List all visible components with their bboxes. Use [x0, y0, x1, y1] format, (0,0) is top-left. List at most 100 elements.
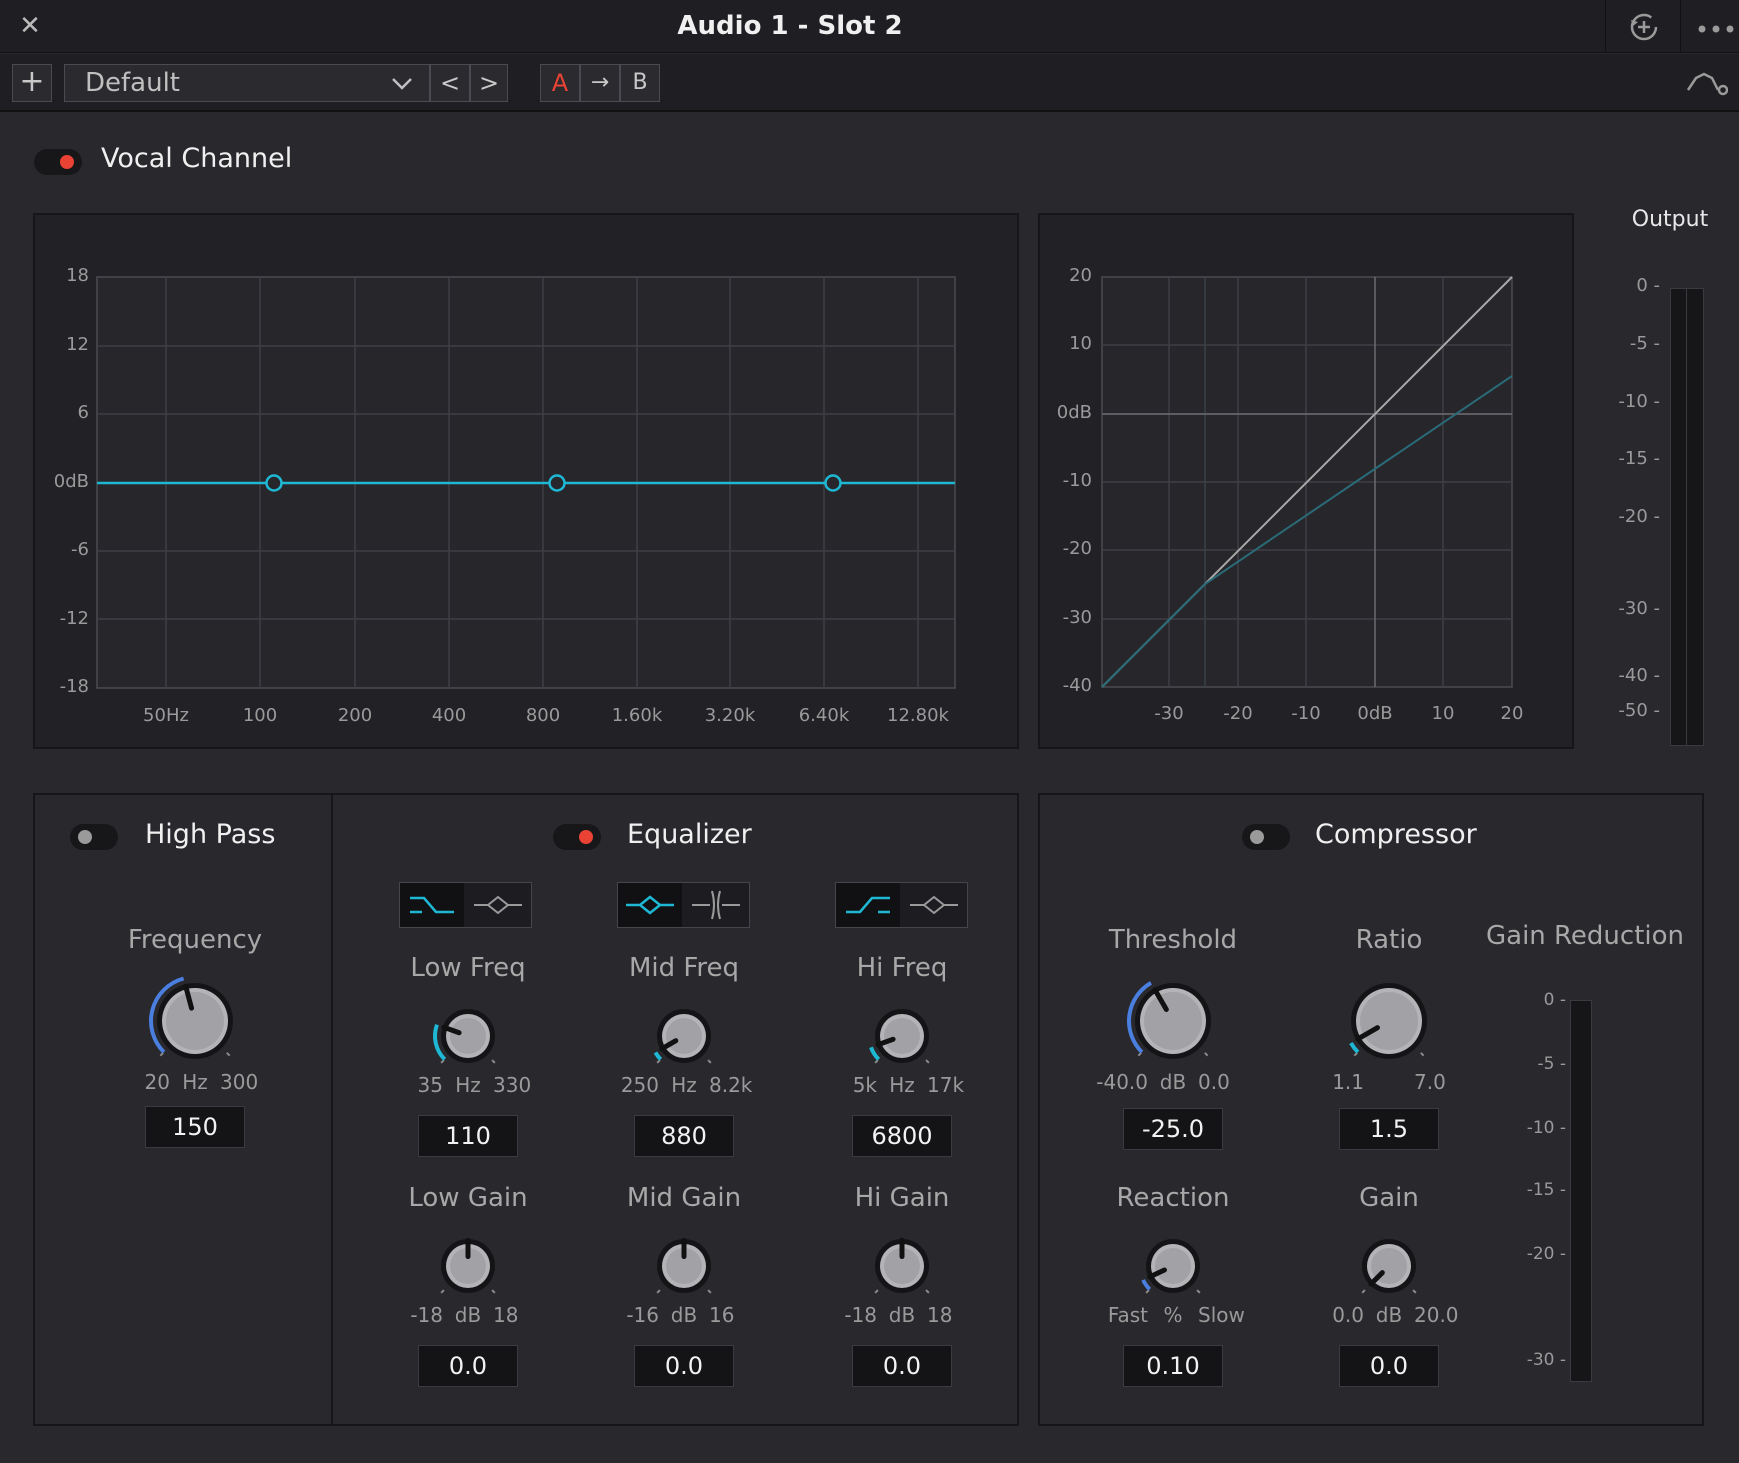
low-freq-value[interactable]: 110: [418, 1115, 518, 1157]
ratio-knob[interactable]: [1339, 971, 1439, 1071]
low-gain-knob[interactable]: [429, 1227, 507, 1305]
low-freq-min: 35: [417, 1073, 443, 1097]
reaction-value[interactable]: 0.10: [1123, 1345, 1223, 1387]
comp-y-tick: -30: [1062, 606, 1092, 628]
mid-freq-knob[interactable]: [645, 997, 723, 1075]
ratio-max: 7.0: [1414, 1070, 1446, 1094]
threshold-value[interactable]: -25.0: [1123, 1108, 1223, 1150]
reset-icon[interactable]: [1620, 8, 1668, 44]
output-tick: -20 -: [1618, 506, 1660, 527]
hi-freq-unit: Hz: [889, 1073, 915, 1097]
hi-bell-option[interactable]: [902, 883, 966, 927]
mid-gain-max: 16: [709, 1303, 735, 1327]
frequency-max: 300: [220, 1070, 259, 1094]
reaction-unit: %: [1163, 1303, 1183, 1327]
reaction-knob[interactable]: [1134, 1227, 1212, 1305]
hi-gain-knob[interactable]: [863, 1227, 941, 1305]
a-button[interactable]: A: [540, 64, 580, 102]
reaction-min: Fast: [1107, 1303, 1148, 1327]
eq-x-tick: 6.40k: [798, 705, 850, 726]
ratio-value[interactable]: 1.5: [1339, 1108, 1439, 1150]
low-band-shape-selector: [399, 882, 532, 928]
eq-y-tick: 12: [66, 333, 89, 355]
low-gain-value[interactable]: 0.0: [418, 1345, 518, 1387]
frequency-value[interactable]: 150: [145, 1106, 245, 1148]
mid-freq-max: 8.2k: [709, 1073, 753, 1097]
compressor-toggle[interactable]: [1242, 824, 1290, 850]
hi-freq-knob[interactable]: [863, 997, 941, 1075]
reaction-label: Reaction: [1116, 1183, 1230, 1213]
hi-freq-value[interactable]: 6800: [852, 1115, 952, 1157]
output-tick: -40 -: [1618, 665, 1660, 686]
gain-reduction-meter: [1570, 1000, 1592, 1382]
eq-x-tick: 3.20k: [704, 705, 756, 726]
copy-a-to-b-button[interactable]: →: [580, 64, 620, 102]
frequency-min: 20: [144, 1070, 170, 1094]
prev-preset-button[interactable]: <: [430, 64, 470, 102]
low-freq-knob[interactable]: [429, 997, 507, 1075]
low-freq-unit: Hz: [455, 1073, 481, 1097]
hi-gain-max: 18: [927, 1303, 953, 1327]
gain-knob[interactable]: [1350, 1227, 1428, 1305]
comp-y-tick: -40: [1062, 674, 1092, 696]
output-tick: -15 -: [1618, 448, 1660, 469]
low-bell-option[interactable]: [466, 883, 530, 927]
frequency-knob[interactable]: [145, 971, 245, 1071]
eq-x-tick: 1.60k: [611, 705, 663, 726]
comp-y-tick: 10: [1069, 333, 1092, 355]
gain-value[interactable]: 0.0: [1339, 1345, 1439, 1387]
mid-freq-label: Mid Freq: [628, 953, 740, 983]
high-pass-title: High Pass: [145, 819, 276, 850]
comp-y-tick: -20: [1062, 538, 1092, 560]
gain-max: 20.0: [1414, 1303, 1459, 1327]
output-label: Output: [1631, 207, 1709, 232]
comp-y-tick: 20: [1069, 265, 1092, 286]
hi-gain-value[interactable]: 0.0: [852, 1345, 952, 1387]
channel-toggle[interactable]: [34, 149, 82, 175]
curve-icon[interactable]: [1686, 68, 1728, 98]
threshold-knob[interactable]: [1123, 971, 1223, 1071]
low-shelf-option[interactable]: [400, 883, 464, 927]
comp-x-tick: 10: [1431, 703, 1455, 724]
hi-freq-max: 17k: [927, 1073, 965, 1097]
more-icon[interactable]: [1692, 8, 1739, 44]
hi-shelf-option[interactable]: [836, 883, 900, 927]
output-tick: -10 -: [1618, 391, 1660, 412]
high-pass-toggle[interactable]: [70, 824, 118, 850]
equalizer-toggle[interactable]: [553, 824, 601, 850]
eq-graph: [96, 276, 956, 689]
gain-reduction-tick: -5 -: [1537, 1054, 1567, 1074]
gain-reduction-tick: 0 -: [1543, 990, 1566, 1010]
b-button[interactable]: B: [620, 64, 660, 102]
eq-node-low: [265, 474, 283, 492]
mid-gain-knob[interactable]: [645, 1227, 723, 1305]
comp-x-tick: -30: [1154, 703, 1184, 724]
mid-notch-option[interactable]: [684, 883, 748, 927]
mid-freq-min: 250: [620, 1073, 659, 1097]
comp-y-tick: -10: [1062, 469, 1092, 491]
mid-bell-option[interactable]: [618, 883, 682, 927]
eq-y-tick: -18: [59, 676, 89, 697]
eq-y-tick: 6: [77, 402, 89, 423]
eq-x-tick: 800: [525, 705, 561, 726]
hi-band-shape-selector: [835, 882, 968, 928]
output-tick: 0 -: [1636, 275, 1660, 296]
threshold-min: -40.0: [1096, 1070, 1148, 1094]
panel-divider: [331, 795, 333, 1424]
eq-x-tick: 50Hz: [143, 705, 189, 726]
hi-gain-label: Hi Gain: [854, 1183, 950, 1213]
eq-x-tick: 200: [337, 705, 373, 726]
gain-reduction-label: Gain Reduction: [1485, 921, 1685, 951]
threshold-unit: dB: [1159, 1070, 1187, 1094]
mid-freq-unit: Hz: [671, 1073, 697, 1097]
preset-dropdown[interactable]: Default: [64, 64, 430, 102]
mid-gain-value[interactable]: 0.0: [634, 1345, 734, 1387]
eq-x-tick: 400: [431, 705, 467, 726]
low-gain-unit: dB: [454, 1303, 482, 1327]
title-separator: [1605, 0, 1606, 53]
eq-x-tick: 100: [242, 705, 278, 726]
mid-freq-value[interactable]: 880: [634, 1115, 734, 1157]
next-preset-button[interactable]: >: [470, 64, 508, 102]
add-preset-button[interactable]: +: [12, 64, 52, 102]
mid-gain-unit: dB: [670, 1303, 698, 1327]
